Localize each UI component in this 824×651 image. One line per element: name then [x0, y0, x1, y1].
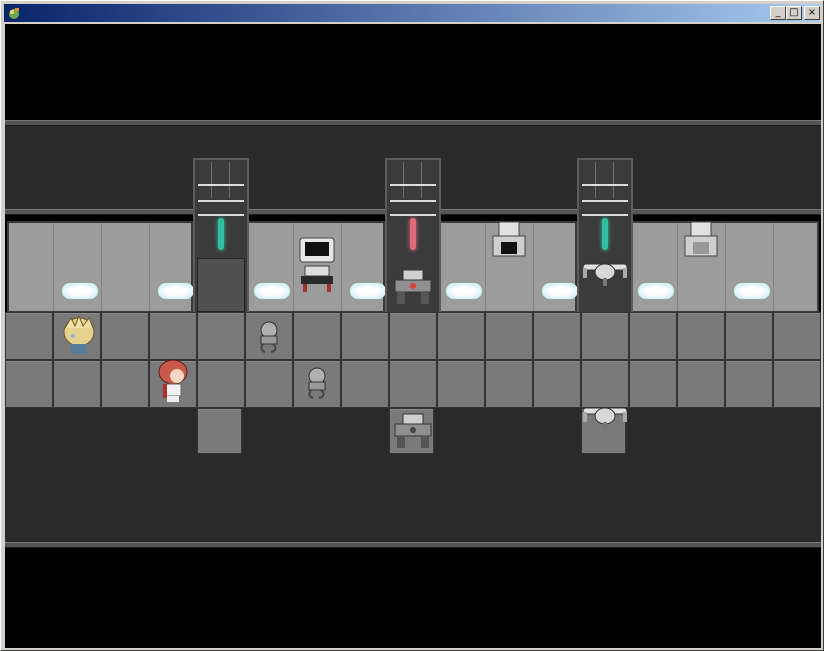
floor-tile[interactable] — [101, 312, 149, 360]
computer-terminal-icon[interactable] — [299, 236, 335, 264]
floor-tile[interactable] — [341, 360, 389, 408]
ceiling-lamp — [638, 283, 674, 299]
floor-tile[interactable] — [581, 360, 629, 408]
console-chair-icon[interactable] — [299, 264, 335, 294]
floor-tile[interactable] — [485, 312, 533, 360]
floor-tile[interactable] — [197, 312, 245, 360]
lab-wall-section-4 — [631, 221, 819, 313]
floor-tile[interactable] — [629, 360, 677, 408]
title-bar[interactable]: _ □ × — [4, 4, 820, 22]
energy-tube-icon — [602, 218, 608, 250]
floor-tile[interactable] — [101, 360, 149, 408]
floor-tile[interactable] — [533, 360, 581, 408]
floor-tile[interactable] — [389, 360, 437, 408]
small-robot-icon[interactable] — [255, 320, 283, 354]
floor-tile[interactable] — [581, 312, 629, 360]
blonde-hero-sprite[interactable] — [59, 314, 99, 356]
console-chair-icon[interactable] — [491, 220, 527, 260]
floor-tile[interactable] — [197, 360, 245, 408]
floor-tile[interactable] — [629, 312, 677, 360]
floor-tile[interactable] — [293, 312, 341, 360]
minimize-button[interactable]: _ — [770, 6, 786, 20]
floor-tile[interactable] — [5, 312, 53, 360]
pillar-3 — [577, 158, 633, 314]
ceiling-lamp — [254, 283, 290, 299]
energy-tube-icon — [410, 218, 416, 250]
floor-tile[interactable] — [53, 360, 101, 408]
ceiling-lamp — [446, 283, 482, 299]
floor-tile[interactable] — [725, 360, 773, 408]
door[interactable] — [197, 258, 245, 312]
alcove-tile[interactable] — [197, 408, 242, 454]
red-haired-heroine-sprite[interactable] — [155, 358, 191, 404]
ceiling-lamp — [158, 283, 194, 299]
mech-walker-icon[interactable] — [391, 412, 435, 450]
close-button[interactable]: × — [804, 6, 820, 20]
floor-tile[interactable] — [773, 360, 821, 408]
floor-tile[interactable] — [245, 360, 293, 408]
close-icon: × — [807, 7, 817, 18]
floor-tile[interactable] — [677, 312, 725, 360]
energy-tube-icon — [218, 218, 224, 250]
lower-rail — [5, 542, 821, 548]
floor-tile[interactable] — [341, 312, 389, 360]
maximize-button[interactable]: □ — [786, 6, 802, 20]
app-icon[interactable] — [6, 5, 22, 21]
floor-tile[interactable] — [437, 312, 485, 360]
floor-tile[interactable] — [725, 312, 773, 360]
floor-tile[interactable] — [677, 360, 725, 408]
game-window: _ □ × — [0, 0, 824, 651]
minimize-icon: _ — [775, 7, 781, 18]
floor-tile[interactable] — [389, 312, 437, 360]
ceiling-lamp — [734, 283, 770, 299]
floor-tile[interactable] — [533, 312, 581, 360]
hover-drone-icon[interactable] — [581, 402, 629, 432]
small-robot-icon[interactable] — [303, 366, 331, 400]
mech-walker-icon[interactable] — [391, 268, 435, 306]
console-chair-icon[interactable] — [683, 220, 719, 260]
ceiling-lamp — [542, 283, 578, 299]
lab-wall-section-1 — [7, 221, 194, 313]
hover-drone-icon[interactable] — [581, 258, 629, 288]
maximize-icon: □ — [789, 7, 799, 18]
floor-tile[interactable] — [437, 360, 485, 408]
ceiling-lamp — [62, 283, 98, 299]
floor-tile[interactable] — [773, 312, 821, 360]
floor-tile[interactable] — [485, 360, 533, 408]
pillar-1 — [193, 158, 249, 314]
floor-tile[interactable] — [149, 312, 197, 360]
game-viewport[interactable] — [5, 24, 821, 648]
ceiling-lamp — [350, 283, 386, 299]
floor-tile[interactable] — [5, 360, 53, 408]
